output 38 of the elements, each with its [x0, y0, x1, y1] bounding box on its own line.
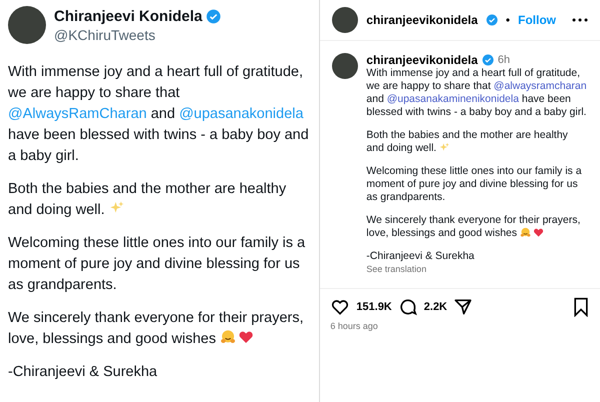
avatar[interactable]: [8, 6, 46, 44]
post-time: 6h: [498, 54, 510, 66]
sparkles-icon: [439, 142, 450, 153]
more-options-icon[interactable]: [572, 18, 588, 22]
username[interactable]: chiranjeevikonidela: [366, 13, 478, 27]
mention-link[interactable]: @alwaysramcharan: [494, 80, 587, 92]
see-translation-link[interactable]: See translation: [366, 264, 588, 274]
comment-button[interactable]: [398, 297, 418, 317]
mention-link[interactable]: @AlwaysRamCharan: [8, 106, 147, 122]
hugging-face-icon: [520, 227, 531, 238]
post-paragraph: Both the babies and the mother are healthy and doing well.: [8, 180, 288, 220]
separator-dot: •: [506, 13, 510, 27]
post-timestamp: 6 hours ago: [329, 320, 379, 333]
heart-icon: [532, 227, 544, 238]
bookmark-button[interactable]: [572, 297, 590, 317]
avatar[interactable]: [332, 53, 358, 79]
mention-link[interactable]: @upasanakaminenikonidela: [386, 93, 519, 105]
comment-count: 2.2K: [424, 301, 448, 313]
heart-icon: [238, 329, 254, 345]
like-button[interactable]: [330, 297, 350, 317]
avatar[interactable]: [332, 7, 358, 33]
post-paragraph: Welcoming these little ones into our family is a moment of pure joy and divine blessing for us as grandparents.: [366, 165, 583, 204]
post-paragraph: With immense joy and a heart full of gratitude, we are happy to share that @alwaysramcharan and @upasanakaminenikonidela have been blessed with twins - a baby boy and a baby girl.: [366, 67, 588, 119]
post-paragraph: Welcoming these little ones into our family is a moment of pure joy and divine blessing for us as grandparents.: [8, 234, 306, 295]
mention-link[interactable]: @upasanakonidela: [179, 106, 304, 122]
author-handle[interactable]: @KChiruTweets: [54, 26, 222, 42]
post-paragraph: With immense joy and a heart full of gratitude, we are happy to share that @AlwaysRamCharan and @upasanakonidela have been blessed with twins - a baby boy and a baby girl.: [8, 63, 310, 166]
hugging-face-icon: [220, 329, 236, 345]
post-paragraph: -Chiranjeevi & Surekha: [8, 363, 158, 382]
post-paragraph: We sincerely thank everyone for their prayers, love, blessings and good wishes: [8, 309, 305, 349]
post-paragraph: We sincerely thank everyone for their prayers, love, blessings and good wishes: [366, 214, 582, 240]
post-paragraph: Both the babies and the mother are healthy and doing well.: [366, 129, 569, 155]
share-button[interactable]: [453, 297, 474, 317]
like-count: 151.9K: [356, 301, 392, 313]
author-name[interactable]: Chiranjeevi Konidela: [54, 8, 202, 24]
follow-button[interactable]: Follow: [518, 13, 556, 27]
post-paragraph: -Chiranjeevi & Surekha: [366, 250, 476, 263]
username[interactable]: chiranjeevikonidela: [366, 53, 478, 67]
